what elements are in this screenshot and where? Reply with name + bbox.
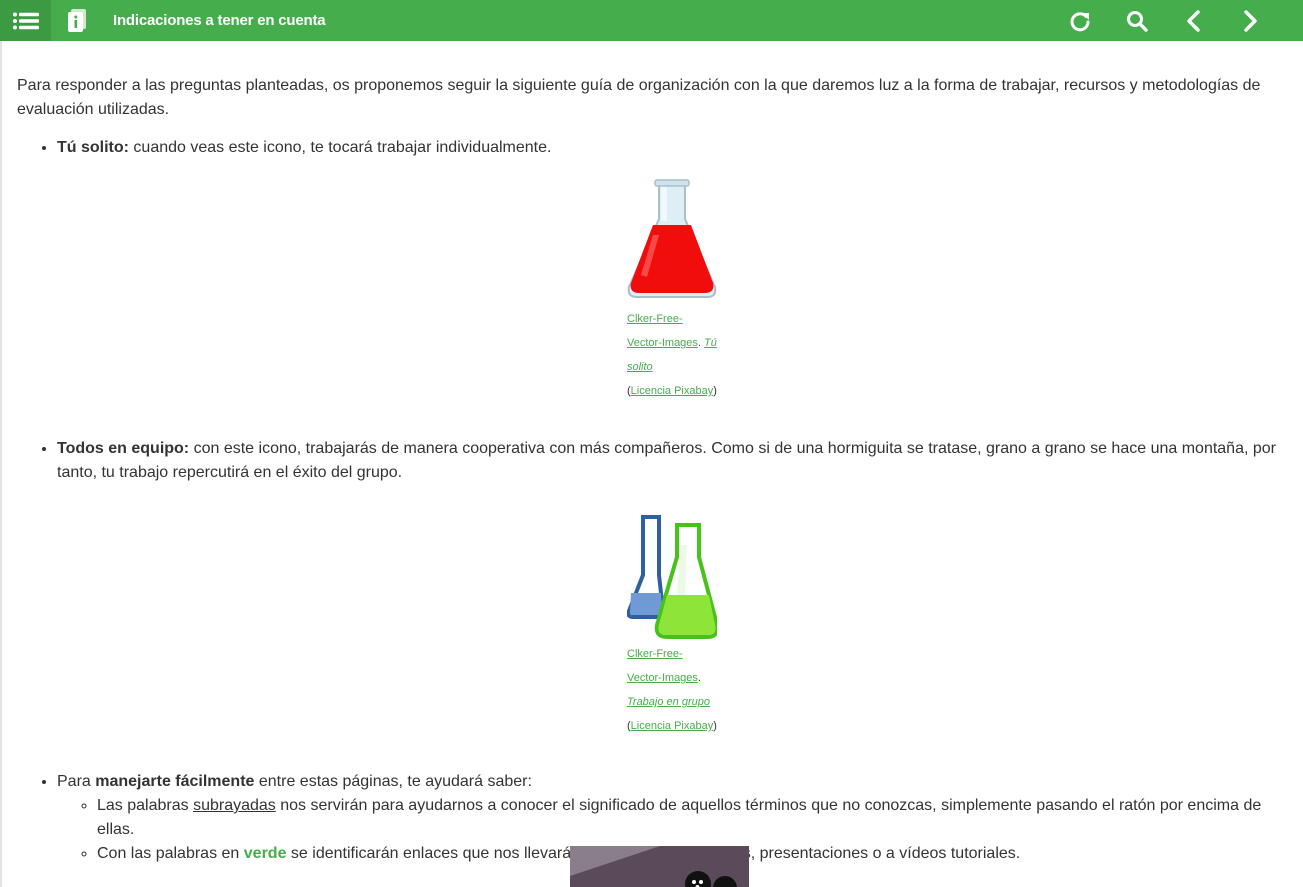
figure-caption: Clker-Free-Vector-Images. Trabajo en gru…: [627, 642, 717, 738]
left-border: [0, 41, 2, 887]
flasks-icon: [627, 515, 717, 639]
top-bar: Indicaciones a tener en cuenta: [0, 0, 1303, 41]
tip-text-pre: Con las palabras en: [97, 845, 244, 862]
page-title: Indicaciones a tener en cuenta: [113, 12, 326, 29]
item-heading: Tú solito:: [57, 139, 129, 156]
item-heading: Todos en equipo:: [57, 440, 190, 457]
next-page-button[interactable]: [1230, 0, 1270, 41]
guide-list: Tú solito: cuando veas este icono, te to…: [17, 136, 1287, 866]
previous-page-button[interactable]: [1174, 0, 1214, 41]
caption-separator: .: [697, 672, 701, 684]
intro-paragraph: Para responder a las preguntas planteada…: [17, 77, 1261, 118]
figure-tu-solito: Clker-Free-Vector-Images. Tú solito (Lic…: [627, 179, 717, 403]
figure-caption: Clker-Free-Vector-Images. Tú solito (Lic…: [627, 307, 717, 403]
license-link[interactable]: Licencia Pixabay: [631, 385, 714, 397]
reload-icon: [1070, 11, 1090, 31]
item-prefix: Para: [57, 773, 96, 790]
tip-underlined: Las palabras subrayadas nos servirán par…: [97, 794, 1287, 842]
image-title-link[interactable]: Trabajo en grupo: [627, 696, 710, 708]
chevron-left-icon: [1187, 9, 1200, 32]
license-link[interactable]: Licencia Pixabay: [631, 720, 714, 732]
main-content: Para responder a las preguntas planteada…: [17, 74, 1287, 866]
green-term: verde: [243, 845, 287, 862]
flask-icon: [627, 179, 717, 298]
caption-paren-close: ): [713, 720, 717, 732]
reload-button[interactable]: [1060, 0, 1100, 41]
underlined-term[interactable]: subrayadas: [193, 797, 276, 814]
menu-button[interactable]: [0, 0, 51, 41]
search-icon: [1127, 10, 1148, 32]
list-item-todos-en-equipo: Todos en equipo: con este icono, trabaja…: [57, 437, 1287, 738]
video-thumbnail-image: [570, 846, 737, 887]
page-info-button[interactable]: [55, 0, 99, 41]
list-item-tu-solito: Tú solito: cuando veas este icono, te to…: [57, 136, 1287, 403]
list-icon: [12, 12, 39, 29]
author-link[interactable]: Clker-Free-Vector-Images: [627, 313, 698, 349]
author-link[interactable]: Clker-Free-Vector-Images: [627, 648, 698, 684]
document-info-icon: [68, 8, 86, 32]
caption-paren-close: ): [713, 385, 717, 397]
item-text: cuando veas este icono, te tocará trabaj…: [128, 139, 552, 156]
search-button[interactable]: [1117, 0, 1157, 41]
item-heading: manejarte fácilmente: [95, 773, 255, 790]
tip-text-pre: Las palabras: [97, 797, 194, 814]
figure-trabajo-en-grupo: Clker-Free-Vector-Images. Trabajo en gru…: [627, 515, 717, 738]
chevron-right-icon: [1244, 9, 1257, 32]
bottom-image: [570, 846, 749, 887]
item-text: entre estas páginas, te ayudará saber:: [254, 773, 532, 790]
item-text: con este icono, trabajarás de manera coo…: [57, 440, 1276, 481]
